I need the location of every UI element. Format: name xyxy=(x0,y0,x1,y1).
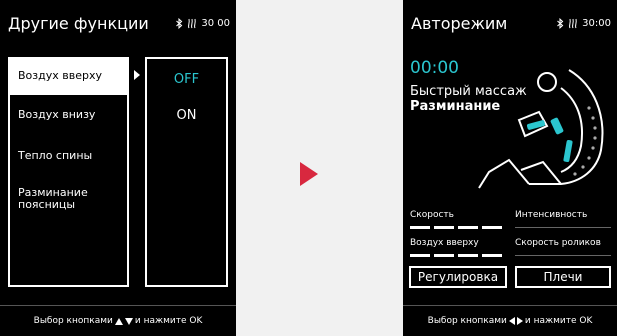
up-arrow-icon xyxy=(114,317,123,325)
roller-speed-bar[interactable] xyxy=(515,254,611,257)
menu-item-lumbar-kneading[interactable]: Разминание поясницы xyxy=(10,187,127,211)
screen-title: Другие функции xyxy=(8,14,149,33)
option-on[interactable]: ON xyxy=(147,108,226,123)
footer-prefix: Выбор кнопками xyxy=(33,316,113,326)
air-seg xyxy=(482,254,502,257)
footer-suffix: и нажмите OK xyxy=(524,316,593,326)
intensity-label: Интенсивность xyxy=(515,210,588,220)
option-off[interactable]: OFF xyxy=(147,72,226,87)
air-label: Воздух вверху xyxy=(410,238,479,248)
footer-hint: Выбор кнопками и нажмите OK xyxy=(403,306,617,336)
speed-label: Скорость xyxy=(410,210,454,220)
air-seg xyxy=(458,254,478,257)
transition-arrow-icon xyxy=(300,162,318,186)
menu-item-upper-air[interactable]: Воздух вверху xyxy=(10,59,127,95)
air-bar[interactable] xyxy=(410,254,506,257)
status-bar: 30:00 xyxy=(557,18,611,29)
status-bar: 30 00 xyxy=(176,18,230,29)
air-seg xyxy=(410,254,430,257)
other-functions-screen: Другие функции 30 00 Воздух вверху Возду… xyxy=(0,0,236,336)
intensity-track xyxy=(515,227,611,228)
session-timer: 30:00 xyxy=(582,18,611,29)
header: Другие функции 30 00 xyxy=(0,0,236,50)
session-timer: 30 00 xyxy=(201,18,230,29)
adjust-button[interactable]: Регулировка xyxy=(409,266,507,288)
menu-item-back-heat[interactable]: Тепло спины xyxy=(10,150,127,162)
speed-seg xyxy=(434,226,454,229)
massage-chair-icon xyxy=(478,69,604,189)
speed-bar[interactable] xyxy=(410,226,506,229)
roller-speed-track xyxy=(515,255,611,256)
footer-prefix: Выбор кнопками xyxy=(427,316,507,326)
bluetooth-icon xyxy=(176,18,183,29)
menu-item-lower-air[interactable]: Воздух внизу xyxy=(10,109,127,121)
right-arrow-icon xyxy=(516,317,523,325)
header: Авторежим 30:00 xyxy=(403,0,617,50)
screen-title: Авторежим xyxy=(411,14,508,33)
speed-seg xyxy=(458,226,478,229)
air-seg xyxy=(434,254,454,257)
function-menu: Воздух вверху Воздух внизу Тепло спины Р… xyxy=(8,57,129,287)
shoulders-button[interactable]: Плечи xyxy=(515,266,611,288)
left-arrow-icon xyxy=(508,317,515,325)
intensity-bar[interactable] xyxy=(515,226,611,229)
elapsed-time: 00:00 xyxy=(410,58,459,78)
footer-hint: Выбор кнопками и нажмите OK xyxy=(0,306,236,336)
down-arrow-icon xyxy=(124,317,133,325)
bluetooth-icon xyxy=(557,18,564,29)
selection-arrow-icon xyxy=(134,70,140,80)
footer-suffix: и нажмите OK xyxy=(134,316,203,326)
heat-icon xyxy=(188,18,197,29)
heat-icon xyxy=(569,18,577,29)
roller-speed-label: Скорость роликов xyxy=(515,238,601,248)
speed-seg xyxy=(410,226,430,229)
auto-mode-screen: Авторежим 30:00 00:00 Быстрый массаж Раз… xyxy=(403,0,617,336)
option-menu: OFF ON xyxy=(145,57,228,287)
speed-seg xyxy=(482,226,502,229)
